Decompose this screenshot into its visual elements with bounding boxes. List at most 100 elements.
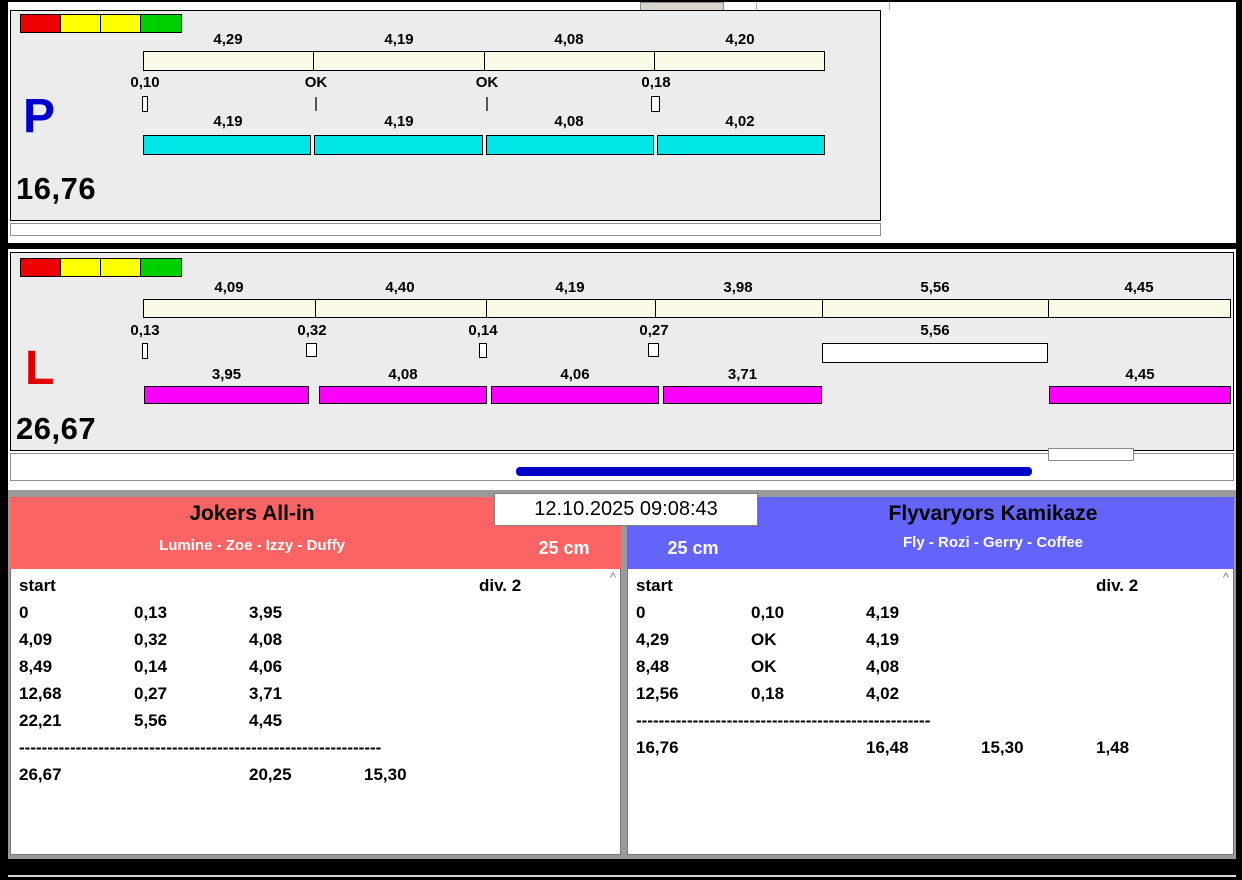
lane-l-panel: 4,09 4,40 4,19 3,98 5,56 4,45 0,13 0,32 …: [10, 252, 1234, 451]
window-bottom-edge: [8, 875, 1236, 877]
lane-l-lower-bar-segment: 3,95: [144, 366, 309, 404]
bar-segment: [823, 300, 1049, 317]
scroll-up-icon[interactable]: ^: [610, 571, 616, 584]
table-cell: 8,48: [636, 657, 670, 676]
measure-marker: [142, 343, 148, 359]
bar-segment: [143, 135, 312, 155]
table-cell: 4,45: [249, 711, 283, 730]
lane-l-lower-bar-segment: 4,45: [1049, 366, 1231, 404]
checkpoint-label: 5,56: [920, 322, 950, 339]
table-cell: 12,56: [636, 684, 679, 703]
separator-row: ----------------------------------------…: [628, 711, 1233, 738]
throw-value: 4,45: [1125, 366, 1155, 383]
team-players: Fly - Rozi - Gerry - Coffee: [902, 534, 1084, 551]
distance-label: 25 cm: [667, 538, 719, 558]
datetime-display: 12.10.2025 09:08:43: [494, 493, 758, 526]
table-row: 0 0,10 4,19: [628, 603, 1233, 630]
table-cell: 0,27: [134, 684, 168, 703]
table-cell: 8,49: [19, 657, 53, 676]
status-light-yellow-icon: [61, 259, 101, 276]
table-cell: 4,09: [19, 630, 53, 649]
throw-value: 4,29: [213, 31, 243, 48]
total-cell: 15,30: [981, 738, 1024, 757]
table-cell: 4,08: [249, 630, 283, 649]
table-cell: 0,18: [751, 684, 785, 703]
throw-value: 3,71: [727, 366, 758, 383]
team-name: Jokers All-in: [189, 502, 315, 525]
totals-row: 26,67 20,25 15,30: [11, 765, 620, 792]
throw-value: 3,95: [211, 366, 242, 383]
distance-label: 25 cm: [538, 538, 590, 558]
table-cell: OK: [751, 630, 777, 649]
throw-value: 4,20: [725, 31, 755, 48]
team-right-score-area[interactable]: start div. 2 0 0,10 4,19 4,29 OK 4,19 8,…: [627, 569, 1234, 855]
scroll-up-icon[interactable]: ^: [1223, 571, 1229, 584]
lane-l-lower-bar-segment: 3,71: [663, 366, 822, 404]
measure-marker: [142, 96, 148, 112]
throw-value: 4,19: [213, 113, 243, 130]
total-cell: 26,67: [19, 765, 62, 784]
checkpoint-label: OK: [475, 74, 499, 91]
bar-segment: [316, 300, 487, 317]
throw-value: 4,08: [554, 31, 584, 48]
total-cell: 16,48: [866, 738, 909, 757]
bar-segment: [656, 300, 823, 317]
status-light-yellow2-icon: [101, 15, 141, 32]
measure-marker: [306, 343, 317, 357]
table-cell: 0,13: [134, 603, 168, 622]
total-cell: 1,48: [1096, 738, 1130, 757]
team-left-panel: Jokers All-in Lumine - Zoe - Izzy - Duff…: [10, 497, 621, 855]
bar-segment: [487, 300, 656, 317]
score-sheets-area: Jokers All-in Lumine - Zoe - Izzy - Duff…: [8, 490, 1236, 859]
throw-value: 4,09: [214, 279, 244, 296]
table-row: start div. 2: [11, 576, 620, 603]
lane-l-letter: L: [25, 342, 55, 395]
table-cell: 4,06: [249, 657, 283, 676]
lane-p-lower-bar: [143, 135, 825, 155]
total-cell: 20,25: [249, 765, 292, 784]
bar-segment: [314, 52, 485, 70]
table-row: 12,68 0,27 3,71: [11, 684, 620, 711]
checkpoint-label: 0,13: [130, 322, 160, 339]
table-cell: 5,56: [134, 711, 168, 730]
bar-segment: [314, 135, 483, 155]
table-row: 8,48 OK 4,08: [628, 657, 1233, 684]
status-light-yellow-icon: [61, 15, 101, 32]
lane-l-lower-bar-segment: 4,08: [319, 366, 487, 404]
throw-value: 4,19: [384, 31, 414, 48]
status-lights: [20, 14, 182, 33]
total-cell: 16,76: [636, 738, 679, 757]
throw-value: 4,02: [725, 113, 755, 130]
bar-segment: [1049, 300, 1230, 317]
bar-segment: [144, 300, 316, 317]
team-right-panel: Flyvaryors Kamikaze Fly - Rozi - Gerry -…: [627, 497, 1234, 855]
table-row: 8,49 0,14 4,06: [11, 657, 620, 684]
throw-value: 4,40: [385, 279, 415, 296]
measure-marker: [648, 343, 659, 357]
table-row: 22,21 5,56 4,45: [11, 711, 620, 738]
progress-bar: [516, 467, 1032, 476]
table-row: 4,29 OK 4,19: [628, 630, 1233, 657]
status-light-red-icon: [21, 15, 61, 32]
total-cell: 15,30: [364, 765, 407, 784]
separator-dashes: ----------------------------------------…: [636, 711, 931, 730]
lane-l-total: 26,67: [16, 411, 97, 446]
start-label: start: [19, 576, 56, 595]
bar-segment: [485, 135, 654, 155]
status-light-yellow2-icon: [101, 259, 141, 276]
team-players: Lumine - Zoe - Izzy - Duffy: [159, 537, 345, 554]
table-cell: 0: [636, 603, 646, 622]
measure-marker: [479, 343, 487, 358]
window-content: 4,29 4,19 4,08 4,20 0,10 OK OK 0,18 4,19…: [8, 2, 1236, 859]
table-cell: 4,19: [866, 603, 900, 622]
throw-value: 4,45: [1124, 279, 1154, 296]
checkpoint-label: 0,14: [468, 322, 498, 339]
table-cell: 4,19: [866, 630, 900, 649]
table-cell: 22,21: [19, 711, 62, 730]
lane-l-upper-bar: [143, 299, 1231, 318]
lane-p-panel: 4,29 4,19 4,08 4,20 0,10 OK OK 0,18 4,19…: [10, 10, 881, 221]
team-left-score-area[interactable]: start div. 2 0 0,13 3,95 4,09 0,32 4,08: [10, 569, 621, 855]
start-label: start: [636, 576, 673, 595]
table-row: start div. 2: [628, 576, 1233, 603]
bar-segment: [656, 135, 825, 155]
